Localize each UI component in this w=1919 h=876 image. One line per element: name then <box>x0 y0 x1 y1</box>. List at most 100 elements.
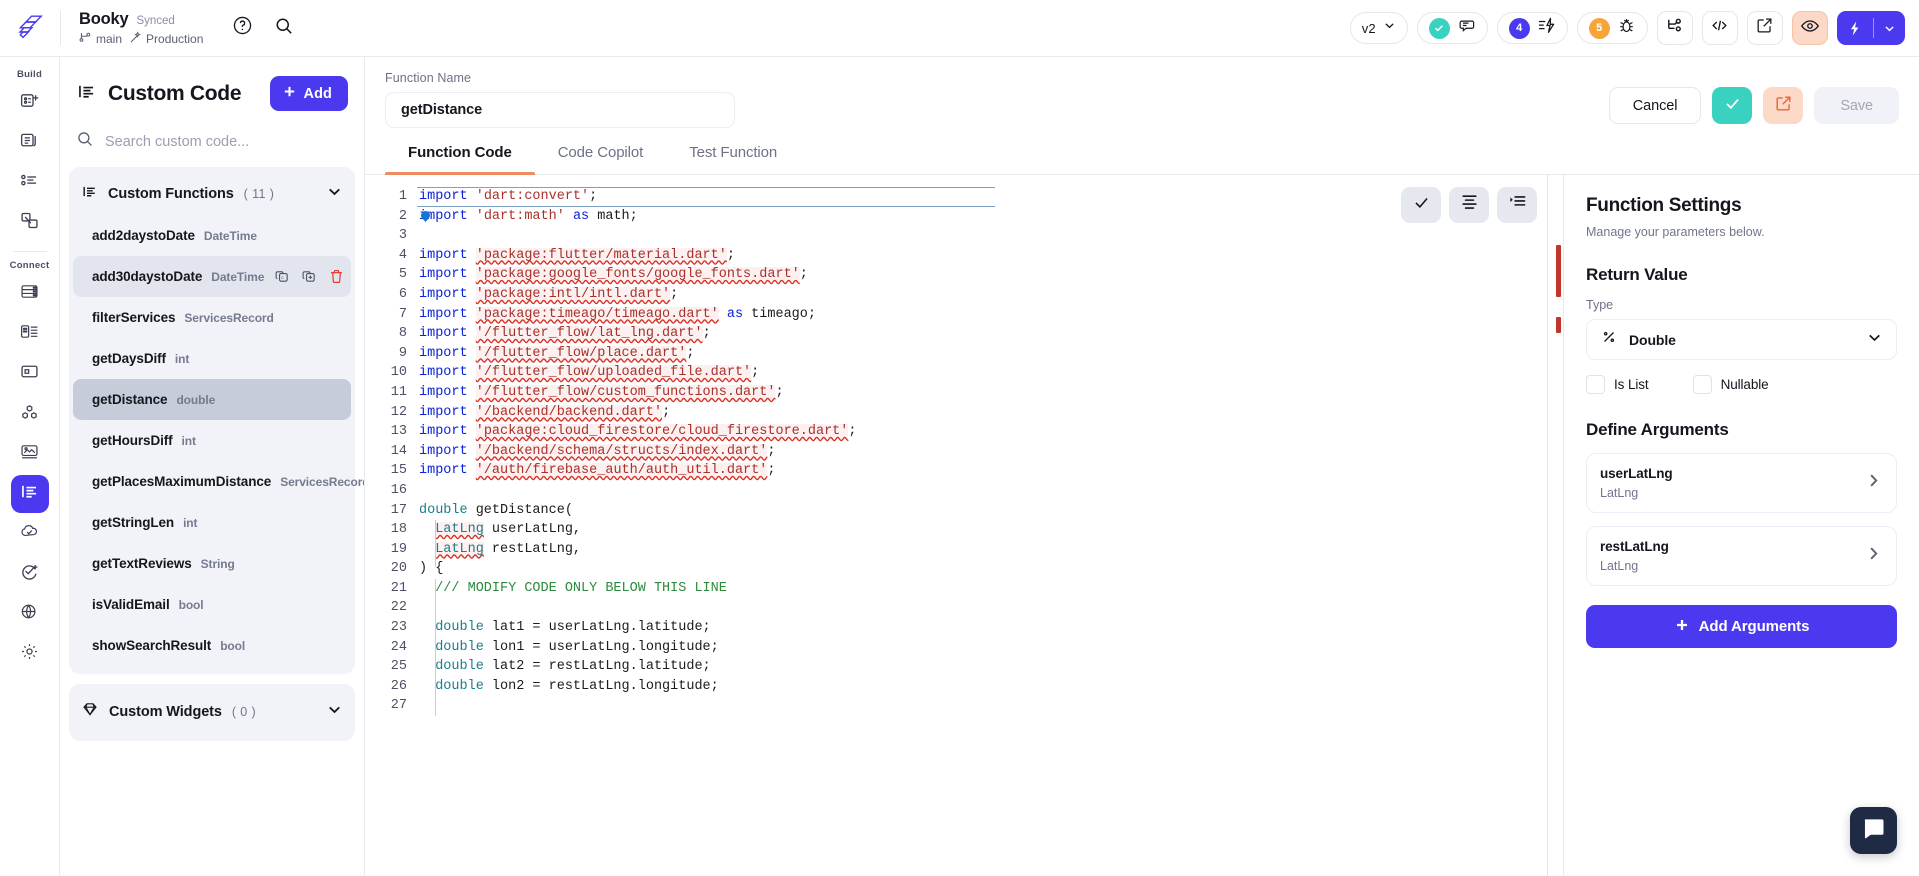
rail-item-components[interactable] <box>11 124 49 162</box>
rail-item-deploy[interactable] <box>11 515 49 553</box>
line-number: 6 <box>398 286 407 302</box>
argument-card-restlatlng[interactable]: restLatLng LatLng <box>1586 526 1897 586</box>
issues-pill[interactable]: 4 <box>1496 12 1568 44</box>
list-item[interactable]: getHoursDiff int <box>73 420 351 461</box>
code-editor[interactable]: 1 2 3 4 5 6 7 8 9 10 11 12 13 14 15 16 17 18 19 20 21 22 23 24 2… <box>365 175 1563 876</box>
error-marker[interactable] <box>1556 317 1561 333</box>
code-line[interactable]: /// MODIFY CODE ONLY BELOW THIS LINE <box>419 579 1547 599</box>
argument-card-userlatlng[interactable]: userLatLng LatLng <box>1586 453 1897 513</box>
tab-test-function[interactable]: Test Function <box>666 144 800 174</box>
list-item[interactable]: showSearchResult bool <box>73 625 351 666</box>
code-line[interactable]: import '/flutter_flow/uploaded_file.dart… <box>419 363 1547 383</box>
rail-item-widget-tree[interactable] <box>11 164 49 202</box>
error-marker[interactable] <box>1556 245 1561 297</box>
duplicate-icon[interactable] <box>300 267 319 286</box>
nullable-checkbox[interactable]: Nullable <box>1692 375 1769 394</box>
code-line[interactable]: import 'dart:math' as math; <box>419 207 1547 227</box>
format-code-button[interactable] <box>1449 187 1489 223</box>
flutterflow-logo[interactable] <box>0 15 60 42</box>
comments-status-pill[interactable] <box>1416 12 1488 44</box>
run-app-button[interactable] <box>1836 11 1905 45</box>
list-item[interactable]: filterServices ServicesRecord <box>73 297 351 338</box>
code-line[interactable]: import '/backend/schema/structs/index.da… <box>419 442 1547 462</box>
branch-button[interactable] <box>1656 11 1693 45</box>
code-line[interactable]: double lat1 = userLatLng.latitude; <box>419 618 1547 638</box>
return-type-select[interactable]: Double <box>1586 319 1897 360</box>
list-item[interactable]: add2daystoDate DateTime <box>73 215 351 256</box>
function-name-input[interactable] <box>385 92 735 128</box>
code-line[interactable]: double lat2 = restLatLng.latitude; <box>419 657 1547 677</box>
search-input[interactable] <box>105 133 348 150</box>
list-item[interactable]: getPlacesMaximumDistance ServicesRecord <box>73 461 364 502</box>
expand-editor-button[interactable] <box>1763 87 1804 124</box>
confirm-button[interactable] <box>1712 87 1753 124</box>
code-line[interactable]: double getDistance( <box>419 501 1547 521</box>
list-item[interactable]: getStringLen int <box>73 502 351 543</box>
intercom-chat-button[interactable] <box>1850 807 1897 854</box>
help-button[interactable] <box>225 11 259 45</box>
rail-item-database[interactable] <box>11 275 49 313</box>
rail-item-theme-image[interactable] <box>11 435 49 473</box>
list-item[interactable]: isValidEmail bool <box>73 584 351 625</box>
rail-item-api-calls[interactable] <box>11 595 49 633</box>
code-line[interactable] <box>419 226 1547 246</box>
rail-item-media-assets[interactable] <box>11 355 49 393</box>
rail-item-settings[interactable] <box>11 635 49 673</box>
code-line[interactable]: LatLng userLatLng, <box>419 520 1547 540</box>
code-line[interactable] <box>419 481 1547 501</box>
copy-icon[interactable]: c <box>273 267 292 286</box>
code-line[interactable]: import 'package:flutter/material.dart'; <box>419 246 1547 266</box>
cancel-button[interactable]: Cancel <box>1608 87 1702 124</box>
save-button[interactable]: Save <box>1814 87 1899 124</box>
code-line[interactable]: import 'package:google_fonts/google_font… <box>419 265 1547 285</box>
add-arguments-button[interactable]: Add Arguments <box>1586 605 1897 648</box>
validate-code-button[interactable] <box>1401 187 1441 223</box>
code-line[interactable]: import '/flutter_flow/lat_lng.dart'; <box>419 324 1547 344</box>
code-text[interactable]: import 'dart:convert'; import 'dart:math'… <box>417 187 1547 876</box>
chevron-down-icon[interactable] <box>326 183 343 205</box>
view-code-button[interactable] <box>1701 11 1738 45</box>
rail-item-app-state[interactable] <box>11 315 49 353</box>
list-item[interactable]: getTextReviews String <box>73 543 351 584</box>
code-line[interactable]: import '/backend/backend.dart'; <box>419 403 1547 423</box>
code-line[interactable]: double lon1 = userLatLng.longitude; <box>419 638 1547 658</box>
rail-item-custom-code[interactable] <box>10 475 49 513</box>
list-item[interactable]: add30daystoDate DateTime c <box>73 256 351 297</box>
code-line[interactable]: import 'package:timeago/timeago.dart' as… <box>419 305 1547 325</box>
tab-function-code[interactable]: Function Code <box>385 144 535 175</box>
run-options-chevron[interactable] <box>1874 11 1905 45</box>
warnings-pill[interactable]: 5 <box>1576 12 1648 44</box>
custom-functions-group-header[interactable]: Custom Functions ( 11 ) <box>69 173 355 215</box>
code-area[interactable]: 1 2 3 4 5 6 7 8 9 10 11 12 13 14 15 16 17 18 19 20 21 22 23 24 2… <box>365 175 1547 876</box>
environment-selector[interactable]: Production <box>129 30 203 47</box>
code-line[interactable]: import '/flutter_flow/place.dart'; <box>419 344 1547 364</box>
preview-button[interactable] <box>1791 11 1828 45</box>
branch-selector[interactable]: main <box>79 31 122 47</box>
chevron-down-icon[interactable] <box>326 701 343 723</box>
delete-icon[interactable] <box>327 267 346 286</box>
list-item-getdistance[interactable]: getDistance double <box>73 379 351 420</box>
tab-code-copilot[interactable]: Code Copilot <box>535 144 667 174</box>
rail-item-interactions[interactable] <box>11 204 49 242</box>
code-line[interactable]: double lon2 = restLatLng.longitude; <box>419 677 1547 697</box>
code-line[interactable]: import '/flutter_flow/custom_functions.d… <box>419 383 1547 403</box>
code-line[interactable]: import '/auth/firebase_auth/auth_util.da… <box>419 461 1547 481</box>
code-line[interactable]: ) { <box>419 559 1547 579</box>
rail-item-integrations[interactable] <box>11 395 49 433</box>
share-button[interactable] <box>1746 11 1783 45</box>
rail-item-tests[interactable] <box>11 555 49 593</box>
add-button[interactable]: Add <box>269 76 348 111</box>
global-search-button[interactable] <box>267 11 301 45</box>
custom-widgets-group-header[interactable]: Custom Widgets ( 0 ) <box>69 690 355 733</box>
code-line[interactable]: import 'package:intl/intl.dart'; <box>419 285 1547 305</box>
is-list-checkbox[interactable]: Is List <box>1586 375 1649 394</box>
indent-code-button[interactable] <box>1497 187 1537 223</box>
error-scroll-gutter[interactable] <box>1547 175 1563 876</box>
code-line[interactable]: import 'package:cloud_firestore/cloud_fi… <box>419 422 1547 442</box>
code-line[interactable] <box>419 598 1547 618</box>
code-line[interactable] <box>419 696 1547 716</box>
version-selector[interactable]: v2 <box>1349 12 1408 44</box>
code-line[interactable]: LatLng restLatLng, <box>419 540 1547 560</box>
rail-item-page-selector[interactable] <box>11 84 49 122</box>
list-item[interactable]: getDaysDiff int <box>73 338 351 379</box>
